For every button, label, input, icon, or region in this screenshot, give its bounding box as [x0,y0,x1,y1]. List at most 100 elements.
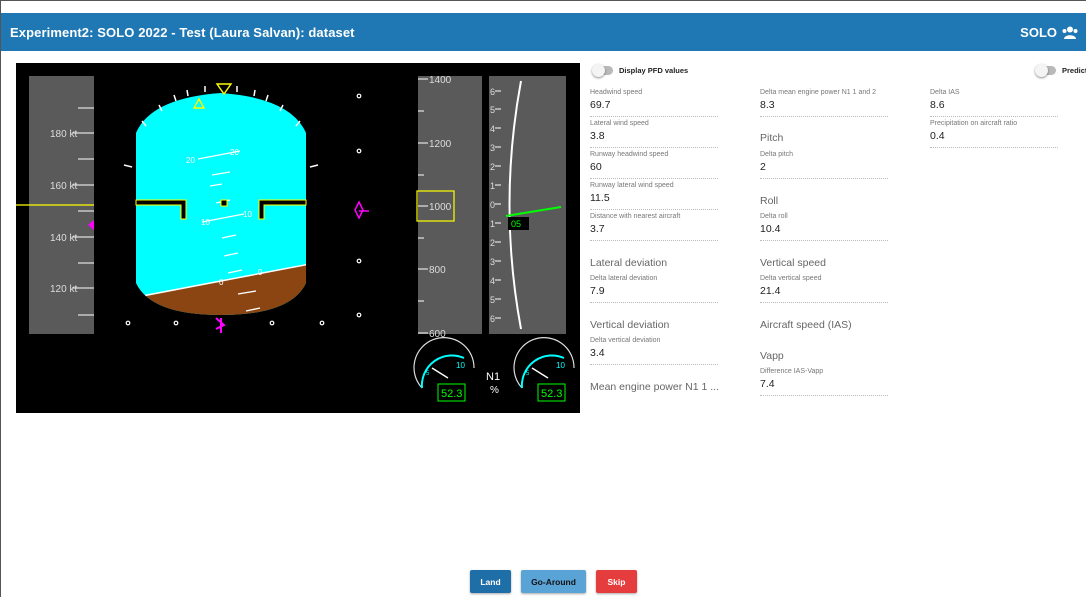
pitch-label-10-right: 10 [243,210,252,219]
vs-tick-3-up: 3 [490,143,495,153]
brand: SOLO [1020,25,1078,40]
mean-engine-title: Mean engine power N1 1 ... [590,381,719,393]
vertical-deviation-title: Vertical deviation [590,319,670,331]
delta-lateral-label: Delta lateral deviation [590,275,658,282]
delta-roll-value: 10.4 [760,223,888,241]
distance-field: Distance with nearest aircraft 3.7 [590,213,718,241]
altitude-tick-800: 800 [429,265,446,276]
brand-name: SOLO [1020,24,1057,40]
precip-label: Precipitation on aircraft ratio [930,120,1018,127]
n1-gauge-left: 10 5 52.3 [413,337,475,402]
headwind-speed-field: Headwind speed 69.7 [590,89,718,117]
runway-lateral-label: Runway lateral wind speed [590,182,674,189]
n1-unit: % [490,385,499,396]
vs-readout: 05 [511,219,521,229]
pitch-label-20-left: 20 [186,156,195,165]
speed-tick-140: 140 kt [50,233,77,244]
land-button[interactable]: Land [470,570,511,593]
lateral-wind-field: Lateral wind speed 3.8 [590,120,718,148]
lateral-wind-value: 3.8 [590,130,718,148]
delta-vertical-speed-field: Delta vertical speed 21.4 [760,275,888,303]
vapp-title: Vapp [760,350,784,362]
runway-lateral-value: 11.5 [590,192,718,210]
roll-pointer-icon [215,83,233,96]
runway-lateral-field: Runway lateral wind speed 11.5 [590,182,718,210]
delta-pitch-value: 2 [760,161,888,179]
aircraft-speed-title: Aircraft speed (IAS) [760,319,852,331]
lateral-deviation-title: Lateral deviation [590,257,668,269]
n1-right-needle [531,367,549,379]
delta-ias-label: Delta IAS [930,89,960,96]
delta-lateral-field: Delta lateral deviation 7.9 [590,275,718,303]
n1-right-tick-10: 10 [556,361,565,370]
n1-label: N1 [486,371,500,383]
pitch-label-10-left: 10 [201,218,210,227]
app-header: Experiment2: SOLO 2022 - Test (Laura Sal… [1,13,1086,51]
vs-tick-1-down: 1 [490,219,495,229]
display-pfd-toggle[interactable]: Display PFD values [592,64,689,77]
user-group-icon [1062,26,1078,39]
delta-roll-label: Delta roll [760,213,788,220]
delta-vertical-dev-label: Delta vertical deviation [590,337,661,344]
vs-tick-3-down: 3 [490,257,495,267]
headwind-speed-value: 69.7 [590,99,718,117]
n1-right-value: 52.3 [541,388,562,400]
pfd-canvas: 180 kt 160 kt 140 kt 120 kt 20 20 10 10 … [16,75,575,402]
display-pfd-label: Display PFD values [619,66,689,75]
diff-ias-vapp-label: Difference IAS-Vapp [760,368,824,375]
delta-ias-field: Delta IAS 8.6 [930,89,1058,117]
skip-button[interactable]: Skip [596,570,637,593]
vs-tick-4-down: 4 [490,276,495,286]
runway-headwind-field: Runway headwind speed 60 [590,151,718,179]
speed-tick-180: 180 kt [50,129,77,140]
display-pfd-switch[interactable] [592,64,613,77]
attitude-indicator: 20 20 10 10 0 0 [123,83,369,333]
pitch-title: Pitch [760,132,784,144]
predict-label: Predict [1062,66,1086,75]
altitude-tick-1400: 1400 [429,75,452,86]
vertical-speed-indicator: 6 5 4 3 2 1 0 1 2 3 4 5 6 05 [489,76,566,334]
vs-tick-5-down: 5 [490,295,495,305]
diff-ias-vapp-value: 7.4 [760,378,888,396]
delta-mean-engine-field: Delta mean engine power N1 1 and 2 8.3 [760,89,888,117]
delta-vertical-speed-label: Delta vertical speed [760,275,822,282]
headwind-speed-label: Headwind speed [590,89,643,96]
delta-roll-field: Delta roll 10.4 [760,213,888,241]
vs-tick-2-up: 2 [490,162,495,172]
delta-mean-engine-label: Delta mean engine power N1 1 and 2 [760,89,876,96]
pitch-label-0-left: 0 [219,278,224,287]
delta-ias-value: 8.6 [930,99,1058,117]
n1-left-value: 52.3 [441,388,462,400]
vertical-speed-title: Vertical speed [760,257,826,269]
precip-field: Precipitation on aircraft ratio 0.4 [930,120,1058,148]
flight-path-marker-icon [215,317,226,333]
speed-tick-160: 160 kt [50,181,77,192]
vs-tick-4-up: 4 [490,124,495,134]
delta-vertical-dev-field: Delta vertical deviation 3.4 [590,337,718,365]
precip-value: 0.4 [930,130,1058,148]
vs-tick-1-up: 1 [490,181,495,191]
vs-tick-6-down: 6 [490,314,495,324]
n1-gauge-right: 10 5 52.3 [513,337,575,402]
altitude-tick-1000: 1000 [429,202,452,213]
roll-title: Roll [760,195,779,207]
predict-toggle[interactable]: Predict [1035,64,1086,77]
delta-vertical-speed-value: 21.4 [760,285,888,303]
predict-switch[interactable] [1035,64,1056,77]
n1-right-tick-5: 5 [526,371,530,377]
speed-tape: 180 kt 160 kt 140 kt 120 kt [16,76,94,334]
vs-tick-5-up: 5 [490,105,495,115]
delta-pitch-field: Delta pitch 2 [760,151,888,179]
runway-headwind-value: 60 [590,161,718,179]
primary-flight-display: 180 kt 160 kt 140 kt 120 kt 20 20 10 10 … [16,63,580,413]
localizer-diamond-icon [354,200,369,220]
runway-headwind-label: Runway headwind speed [590,151,669,158]
n1-left-tick-10: 10 [456,361,465,370]
n1-left-needle [431,367,449,379]
vs-tick-0: 0 [490,200,495,210]
n1-left-tick-5: 5 [426,371,430,377]
diff-ias-vapp-field: Difference IAS-Vapp 7.4 [760,368,888,396]
altitude-tape: 1400 1200 1000 800 600 [416,75,482,340]
pitch-label-20-right: 20 [230,148,239,157]
go-around-button[interactable]: Go-Around [521,570,586,593]
